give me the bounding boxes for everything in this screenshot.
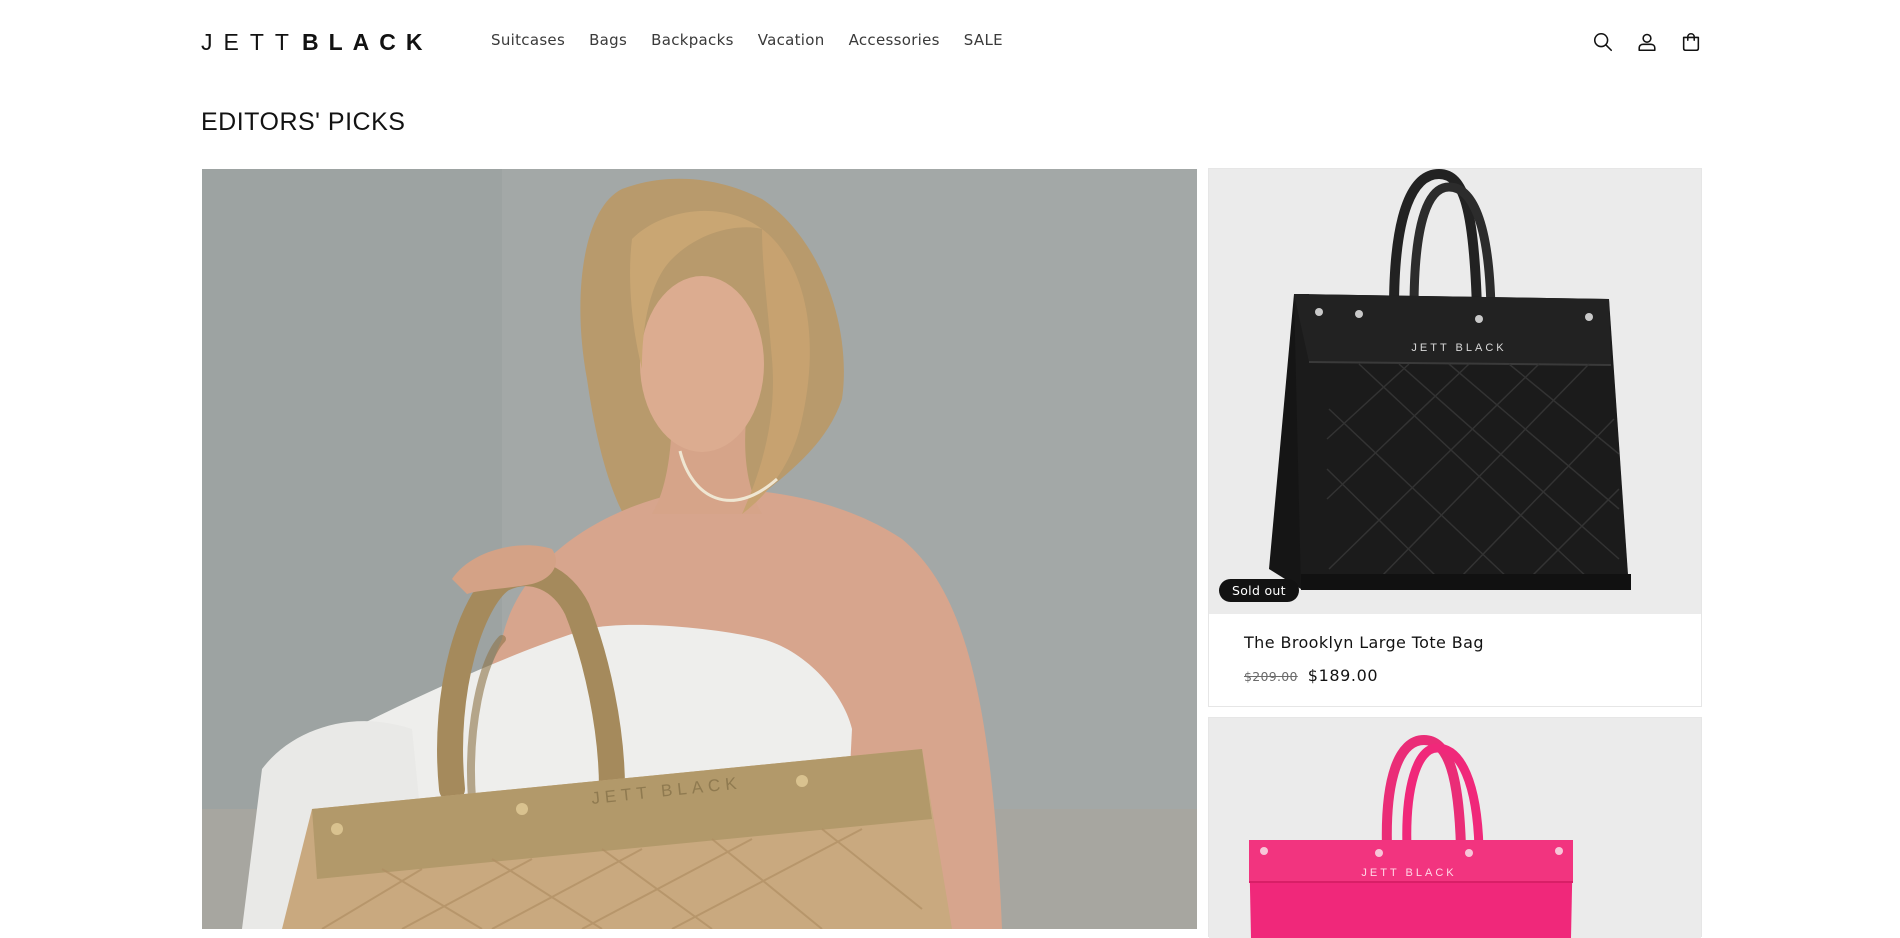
nav-item-bags[interactable]: Bags [589,31,627,49]
tote-bag-illustration: JETT BLACK [1209,718,1701,938]
nav-item-suitcases[interactable]: Suitcases [491,31,565,49]
logo-bold-text: BLACK [301,28,433,55]
account-button[interactable] [1633,28,1661,56]
nav-item-vacation[interactable]: Vacation [758,31,825,49]
cart-button[interactable] [1677,28,1705,56]
product-info: The Brooklyn Large Tote Bag $209.00 $189… [1244,633,1484,685]
product-title[interactable]: The Brooklyn Large Tote Bag [1244,633,1484,652]
main-nav: Suitcases Bags Backpacks Vacation Access… [491,28,1027,52]
search-icon [1593,32,1613,52]
product-image[interactable]: JETT BLACK Sold out [1209,169,1701,614]
product-image[interactable]: JETT BLACK [1209,718,1701,938]
sale-price: $189.00 [1307,666,1379,685]
site-header: JETT BLACK Suitcases Bags Backpacks Vaca… [0,0,1900,84]
tote-bag-illustration: JETT BLACK [1209,169,1701,614]
sold-out-badge: Sold out [1219,579,1299,602]
hero-illustration: JETT BLACK [202,169,1197,929]
page-title: EDITORS' PICKS [201,108,406,136]
hero-image[interactable]: JETT BLACK [202,169,1197,929]
account-icon [1638,33,1656,52]
nav-item-accessories[interactable]: Accessories [849,31,940,49]
product-image-brand-text: JETT BLACK [1361,867,1456,879]
product-card[interactable]: JETT BLACK Sold out The Brooklyn Large T… [1208,168,1702,707]
product-image-brand-text: JETT BLACK [1411,342,1506,354]
cart-icon [1682,32,1700,52]
logo-light-text: JETT [201,28,300,55]
nav-item-backpacks[interactable]: Backpacks [651,31,734,49]
nav-item-sale[interactable]: SALE [964,31,1003,49]
search-button[interactable] [1589,28,1617,56]
product-card[interactable]: JETT BLACK [1208,717,1702,938]
price-row: $209.00 $189.00 [1244,666,1484,685]
regular-price: $209.00 [1244,669,1298,684]
brand-logo[interactable]: JETT BLACK [201,28,432,56]
header-icons [1589,28,1705,56]
